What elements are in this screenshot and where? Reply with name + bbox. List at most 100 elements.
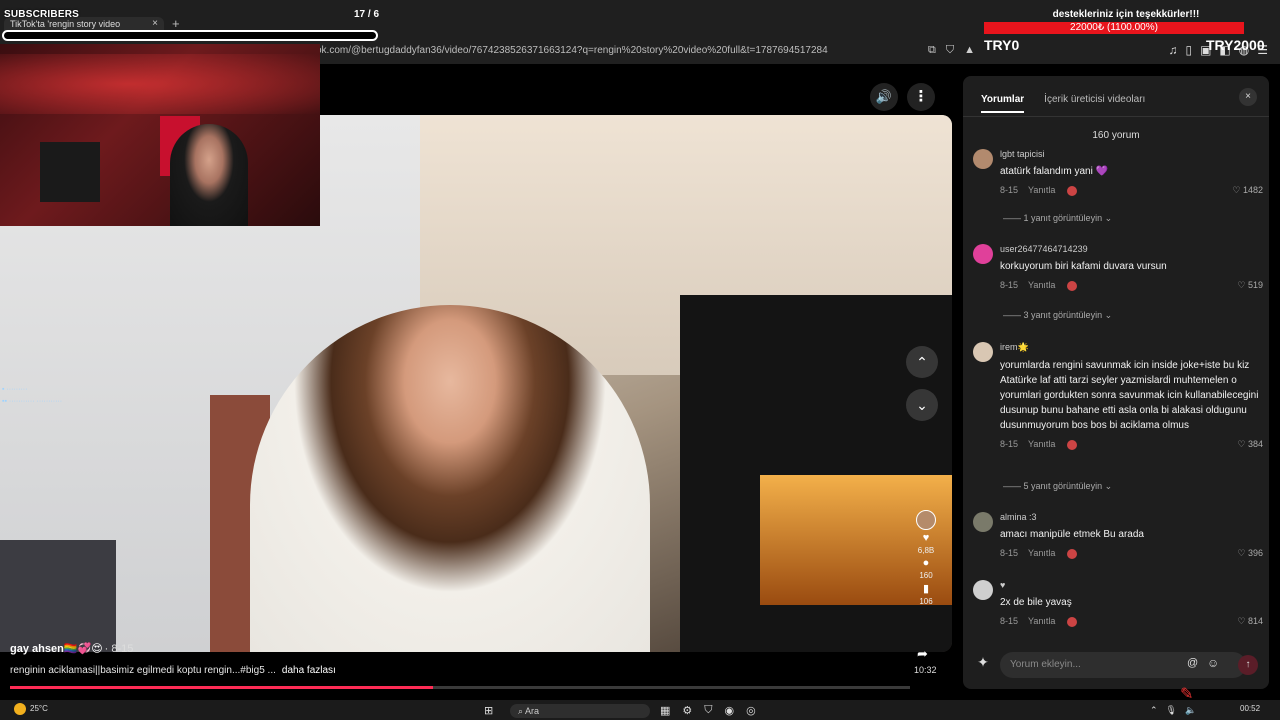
- view-replies-link[interactable]: —— 1 yanıt görüntüleyin ⌄: [1003, 213, 1112, 224]
- view-replies-link[interactable]: —— 3 yanıt görüntüleyin ⌄: [1003, 310, 1112, 321]
- commenter-name[interactable]: user26477464714239: [1000, 244, 1263, 254]
- sidebar-icon[interactable]: ▯: [1185, 43, 1192, 57]
- comment-meta: 8-15 Yanıtla ♡ 814: [1000, 616, 1263, 628]
- video-progress-fill: [10, 686, 433, 689]
- video-actions: ♥ 6,8B ● 160 ▮ 106: [912, 510, 940, 606]
- replies-text: 3 yanıt görüntüleyin ⌄: [1023, 310, 1113, 320]
- comment-meta: 8-15 Yanıtla ♡ 1482: [1000, 185, 1263, 197]
- creator-liked-icon: [1067, 439, 1078, 450]
- volume-button[interactable]: 🔊: [870, 83, 898, 111]
- reply-button[interactable]: Yanıtla: [1028, 439, 1055, 449]
- commenter-avatar[interactable]: [973, 342, 993, 362]
- commenter-avatar[interactable]: [973, 580, 993, 600]
- microphone-icon[interactable]: 🎙: [1166, 705, 1177, 716]
- creator-avatar[interactable]: [916, 510, 936, 530]
- weather-icon: [14, 703, 26, 715]
- comment-likes: 384: [1247, 439, 1263, 449]
- close-icon[interactable]: ×: [1239, 88, 1257, 106]
- next-video-button[interactable]: ⌄: [906, 389, 938, 421]
- chevron-up-icon[interactable]: ⌃: [1150, 705, 1158, 716]
- media-icon[interactable]: ♫: [1168, 43, 1177, 57]
- reply-button[interactable]: Yanıtla: [1028, 185, 1055, 195]
- replies-text: 1 yanıt görüntüleyin ⌄: [1023, 213, 1113, 223]
- comment-meta: 8-15 Yanıtla ♡ 396: [1000, 548, 1263, 560]
- send-button[interactable]: ↑: [1238, 655, 1258, 675]
- bookmark-icon[interactable]: ▮: [923, 582, 929, 595]
- like-icon[interactable]: ♥: [923, 532, 930, 544]
- comment-text: atatürk falandım yani 💜: [1000, 166, 1109, 177]
- comment-text: korkuyorum biri kafami duvara vursun: [1000, 261, 1167, 272]
- like-count[interactable]: ♡ 396: [1237, 548, 1263, 559]
- app-icon[interactable]: ▦: [660, 704, 670, 717]
- reply-button[interactable]: Yanıtla: [1028, 616, 1055, 626]
- comment-item: irem🌟 yorumlarda rengini savunmak icin in…: [973, 342, 1263, 451]
- replies-text: 5 yanıt görüntüleyin ⌄: [1023, 481, 1113, 491]
- search-label: Ara: [525, 706, 540, 716]
- tab-close-icon[interactable]: ×: [152, 18, 158, 29]
- user-avatar-icon[interactable]: ✦: [973, 654, 993, 674]
- more-options-button[interactable]: ⋮: [907, 83, 935, 111]
- taskbar-search[interactable]: ⌕ Ara: [510, 704, 650, 718]
- volume-icon[interactable]: 🔈: [1185, 705, 1196, 716]
- pen-icon[interactable]: ✎: [1180, 684, 1193, 704]
- like-count[interactable]: ♡ 519: [1237, 280, 1263, 291]
- comment-date: 8-15: [1000, 280, 1019, 290]
- reply-button[interactable]: Yanıtla: [1028, 280, 1055, 290]
- obs-icon[interactable]: ◎: [746, 704, 756, 717]
- commenter-name[interactable]: irem🌟: [1000, 342, 1263, 353]
- emoji-icon[interactable]: ☺: [1207, 656, 1219, 670]
- commenter-name[interactable]: ♥: [1000, 580, 1263, 590]
- previous-video-button[interactable]: ⌃: [906, 346, 938, 378]
- donation-progress-bar: 22000₺ (1100.00%): [984, 22, 1244, 34]
- creator-liked-icon: [1067, 616, 1078, 627]
- comment-meta: 8-15 Yanıtla ♡ 519: [1000, 280, 1263, 292]
- comment-item: ♥ 2x de bile yavaş 8-15 Yanıtla ♡ 814: [973, 580, 1263, 628]
- view-replies-link[interactable]: —— 5 yanıt görüntüleyin ⌄: [1003, 481, 1112, 492]
- url-text[interactable]: ok.com/@bertugdaddyfan36/video/767423852…: [316, 45, 828, 56]
- subscribers-count: 17 / 6: [354, 9, 380, 20]
- author-name[interactable]: gay ahsen🏳️‍🌈💞😍: [10, 643, 103, 655]
- creator-liked-icon: [1067, 185, 1078, 196]
- share-icon[interactable]: ➦: [917, 646, 928, 662]
- commenter-name[interactable]: lgbt tapicisi: [1000, 149, 1263, 159]
- translate-icon[interactable]: ⧉: [928, 44, 936, 57]
- commenter-avatar[interactable]: [973, 244, 993, 264]
- like-count[interactable]: ♡ 1482: [1232, 185, 1263, 196]
- caption-text: renginin aciklamasi||basimiz egilmedi ko…: [10, 665, 276, 676]
- weather-widget[interactable]: 25°C: [14, 703, 48, 715]
- comment-likes: 814: [1247, 616, 1263, 626]
- commenter-name[interactable]: almina :3: [1000, 512, 1263, 522]
- brave-shield-icon[interactable]: ⛉: [946, 44, 954, 57]
- browser-icon[interactable]: ⛉: [704, 704, 712, 717]
- tab-comments[interactable]: Yorumlar: [981, 94, 1025, 113]
- creator-liked-icon: [1067, 280, 1078, 291]
- caption-more-link[interactable]: daha fazlası: [282, 665, 336, 676]
- spotify-icon[interactable]: ◉: [725, 704, 735, 717]
- panel-tabs: Yorumlar İçerik üreticisi videoları: [981, 94, 1145, 113]
- mention-icon[interactable]: @: [1187, 657, 1198, 669]
- creator-liked-icon: [1067, 548, 1078, 559]
- comment-text: amacı manipüle etmek Bu arada: [1000, 529, 1144, 540]
- commenter-avatar[interactable]: [973, 512, 993, 532]
- rewards-icon[interactable]: ▲: [964, 44, 975, 57]
- new-tab-button[interactable]: +: [172, 16, 180, 31]
- tab-creator-videos[interactable]: İçerik üreticisi videoları: [1044, 94, 1145, 113]
- like-count[interactable]: ♡ 814: [1237, 616, 1263, 627]
- comment-likes: 396: [1247, 548, 1263, 558]
- start-icon[interactable]: ⊞: [484, 704, 493, 717]
- subscribers-label: SUBSCRIBERS: [4, 9, 79, 20]
- save-count: 106: [919, 597, 933, 606]
- video-progress-bar[interactable]: [10, 686, 910, 689]
- taskbar-icons: ⊞: [484, 704, 493, 717]
- reply-button[interactable]: Yanıtla: [1028, 548, 1055, 558]
- video-duration: 10:32: [914, 665, 937, 675]
- tab-title: TikTok'ta 'rengin story video: [10, 19, 121, 29]
- video-author[interactable]: gay ahsen🏳️‍🌈💞😍 · 8-15: [10, 642, 133, 655]
- commenter-avatar[interactable]: [973, 149, 993, 169]
- replies-divider: ——: [1003, 481, 1024, 491]
- comment-icon[interactable]: ●: [923, 557, 930, 569]
- settings-icon[interactable]: ⚙: [682, 704, 692, 717]
- like-count[interactable]: ♡ 384: [1237, 439, 1263, 450]
- replies-divider: ——: [1003, 213, 1024, 223]
- chat-overlay: ▪ ········· ▪▪ ··········· ···········: [2, 386, 63, 405]
